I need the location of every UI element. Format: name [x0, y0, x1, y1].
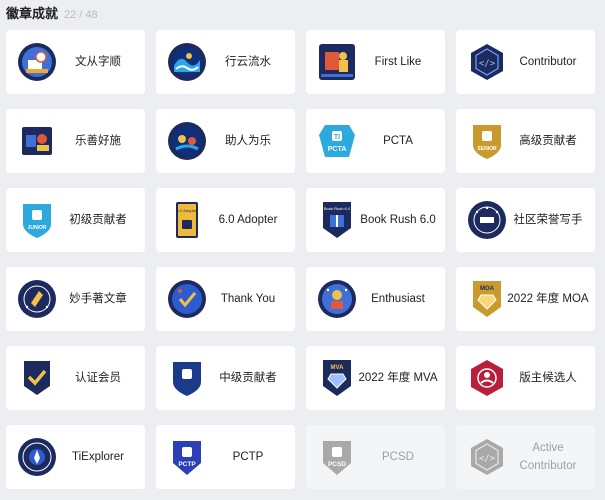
badge-card[interactable]: 6.0 Adopter 6.0 Adopter — [156, 188, 295, 252]
mva-shield-icon: MVA — [323, 360, 351, 396]
svg-text:MOA: MOA — [480, 286, 495, 292]
svg-text:PCTA: PCTA — [328, 146, 347, 153]
helper-badge-icon — [168, 122, 206, 160]
badge-card-locked[interactable]: PCSD PCSD — [306, 425, 445, 489]
badge-card[interactable]: MOA 2022 年度 MOA — [456, 267, 595, 331]
badge-card-locked[interactable]: </> Active Contributor — [456, 425, 595, 489]
badge-card[interactable]: 认证会员 — [6, 346, 145, 410]
moderator-candidate-icon — [471, 360, 503, 396]
senior-contributor-shield-icon: SENIOR — [473, 125, 501, 159]
pcsd-shield-icon: PCSD — [323, 441, 351, 475]
badge-label: Active Contributor — [519, 442, 577, 472]
book-rush-shield-icon: Book Rush 6.0 — [323, 202, 351, 238]
badge-label: 高级贡献者 — [519, 135, 577, 147]
badge-card[interactable]: </> Contributor — [456, 30, 595, 94]
svg-text:TI: TI — [334, 134, 340, 141]
section-title: 徽章成就 — [6, 6, 59, 21]
badge-label: 2022 年度 MVA — [358, 372, 438, 384]
badge-label: PCSD — [382, 451, 414, 463]
badge-card[interactable]: 乐善好施 — [6, 109, 145, 173]
badge-label: 版主候选人 — [519, 372, 577, 384]
badge-card[interactable]: SENIOR 高级贡献者 — [456, 109, 595, 173]
mid-contributor-shield-icon — [173, 362, 201, 396]
badge-card[interactable]: Book Rush 6.0 Book Rush 6.0 — [306, 188, 445, 252]
badge-label: 2022 年度 MOA — [507, 293, 589, 305]
badge-card[interactable]: TiExplorer — [6, 425, 145, 489]
contributor-hexagon-icon: </> — [471, 44, 503, 80]
badge-label: Thank You — [220, 293, 276, 305]
moa-shield-icon: MOA — [473, 281, 501, 317]
enthusiast-badge-icon — [318, 280, 356, 318]
badge-label: 行云流水 — [225, 56, 271, 68]
badge-card[interactable]: PCTP PCTP — [156, 425, 295, 489]
badge-card[interactable]: 助人为乐 — [156, 109, 295, 173]
badge-card[interactable]: 文从字顺 — [6, 30, 145, 94]
svg-text:MVA: MVA — [331, 365, 345, 371]
pctp-shield-icon: PCTP — [173, 441, 201, 475]
honor-writer-seal-icon — [468, 201, 506, 239]
svg-text:Book Rush 6.0: Book Rush 6.0 — [324, 206, 351, 211]
badge-card[interactable]: 行云流水 — [156, 30, 295, 94]
badge-label: 中级贡献者 — [219, 372, 277, 384]
section-header: 徽章成就 22 / 48 — [6, 3, 98, 23]
badge-label: Contributor — [519, 56, 577, 68]
badge-card[interactable]: MVA 2022 年度 MVA — [306, 346, 445, 410]
badge-label: Enthusiast — [371, 293, 425, 305]
badge-card[interactable]: Thank You — [156, 267, 295, 331]
badge-label: 6.0 Adopter — [218, 214, 278, 226]
badge-label: Book Rush 6.0 — [360, 214, 436, 226]
svg-text:JUNIOR: JUNIOR — [28, 225, 47, 231]
adopter-card-icon: 6.0 Adopter — [176, 202, 198, 238]
svg-text:SENIOR: SENIOR — [477, 146, 497, 152]
badge-label: 社区荣誉写手 — [513, 214, 583, 226]
badge-card[interactable]: TI PCTA PCTA — [306, 109, 445, 173]
thank-you-badge-icon — [168, 280, 206, 318]
badge-card[interactable]: 版主候选人 — [456, 346, 595, 410]
skilled-writer-seal-icon — [18, 280, 56, 318]
svg-text:PCTP: PCTP — [178, 461, 196, 468]
pcta-shield-icon: TI PCTA — [319, 125, 355, 157]
svg-text:PCSD: PCSD — [328, 461, 346, 468]
badge-label: TiExplorer — [72, 451, 124, 463]
badge-label: 妙手著文章 — [69, 293, 127, 305]
svg-text:</>: </> — [479, 454, 496, 464]
first-like-badge-icon — [319, 44, 355, 80]
badge-card[interactable]: 中级贡献者 — [156, 346, 295, 410]
badge-label: 助人为乐 — [225, 135, 271, 147]
badge-label: 初级贡献者 — [69, 214, 127, 226]
badge-count: 22 / 48 — [64, 9, 98, 21]
tiexplorer-seal-icon — [18, 438, 56, 476]
badge-label: PCTA — [383, 135, 413, 147]
badge-label: 文从字顺 — [75, 56, 121, 68]
writer-astronaut-badge-icon — [18, 43, 56, 81]
badge-card[interactable]: 妙手著文章 — [6, 267, 145, 331]
badge-label: 认证会员 — [75, 372, 121, 384]
junior-contributor-shield-icon: JUNIOR — [23, 204, 51, 238]
badge-card[interactable]: First Like — [306, 30, 445, 94]
badge-label: First Like — [374, 56, 422, 68]
giver-badge-icon — [20, 124, 54, 158]
badge-grid: 文从字顺 行云流水 First Like </> Contributor 乐善好… — [6, 30, 595, 489]
badge-label: 乐善好施 — [75, 135, 121, 147]
badge-label: PCTP — [232, 451, 264, 463]
badge-card[interactable]: Enthusiast — [306, 267, 445, 331]
badge-card[interactable]: 社区荣誉写手 — [456, 188, 595, 252]
badge-card[interactable]: JUNIOR 初级贡献者 — [6, 188, 145, 252]
svg-text:6.0 Adopter: 6.0 Adopter — [177, 208, 198, 213]
active-contributor-hexagon-icon: </> — [471, 439, 503, 475]
verified-member-shield-icon — [24, 361, 50, 395]
wave-badge-icon — [168, 43, 206, 81]
svg-text:</>: </> — [479, 59, 496, 69]
